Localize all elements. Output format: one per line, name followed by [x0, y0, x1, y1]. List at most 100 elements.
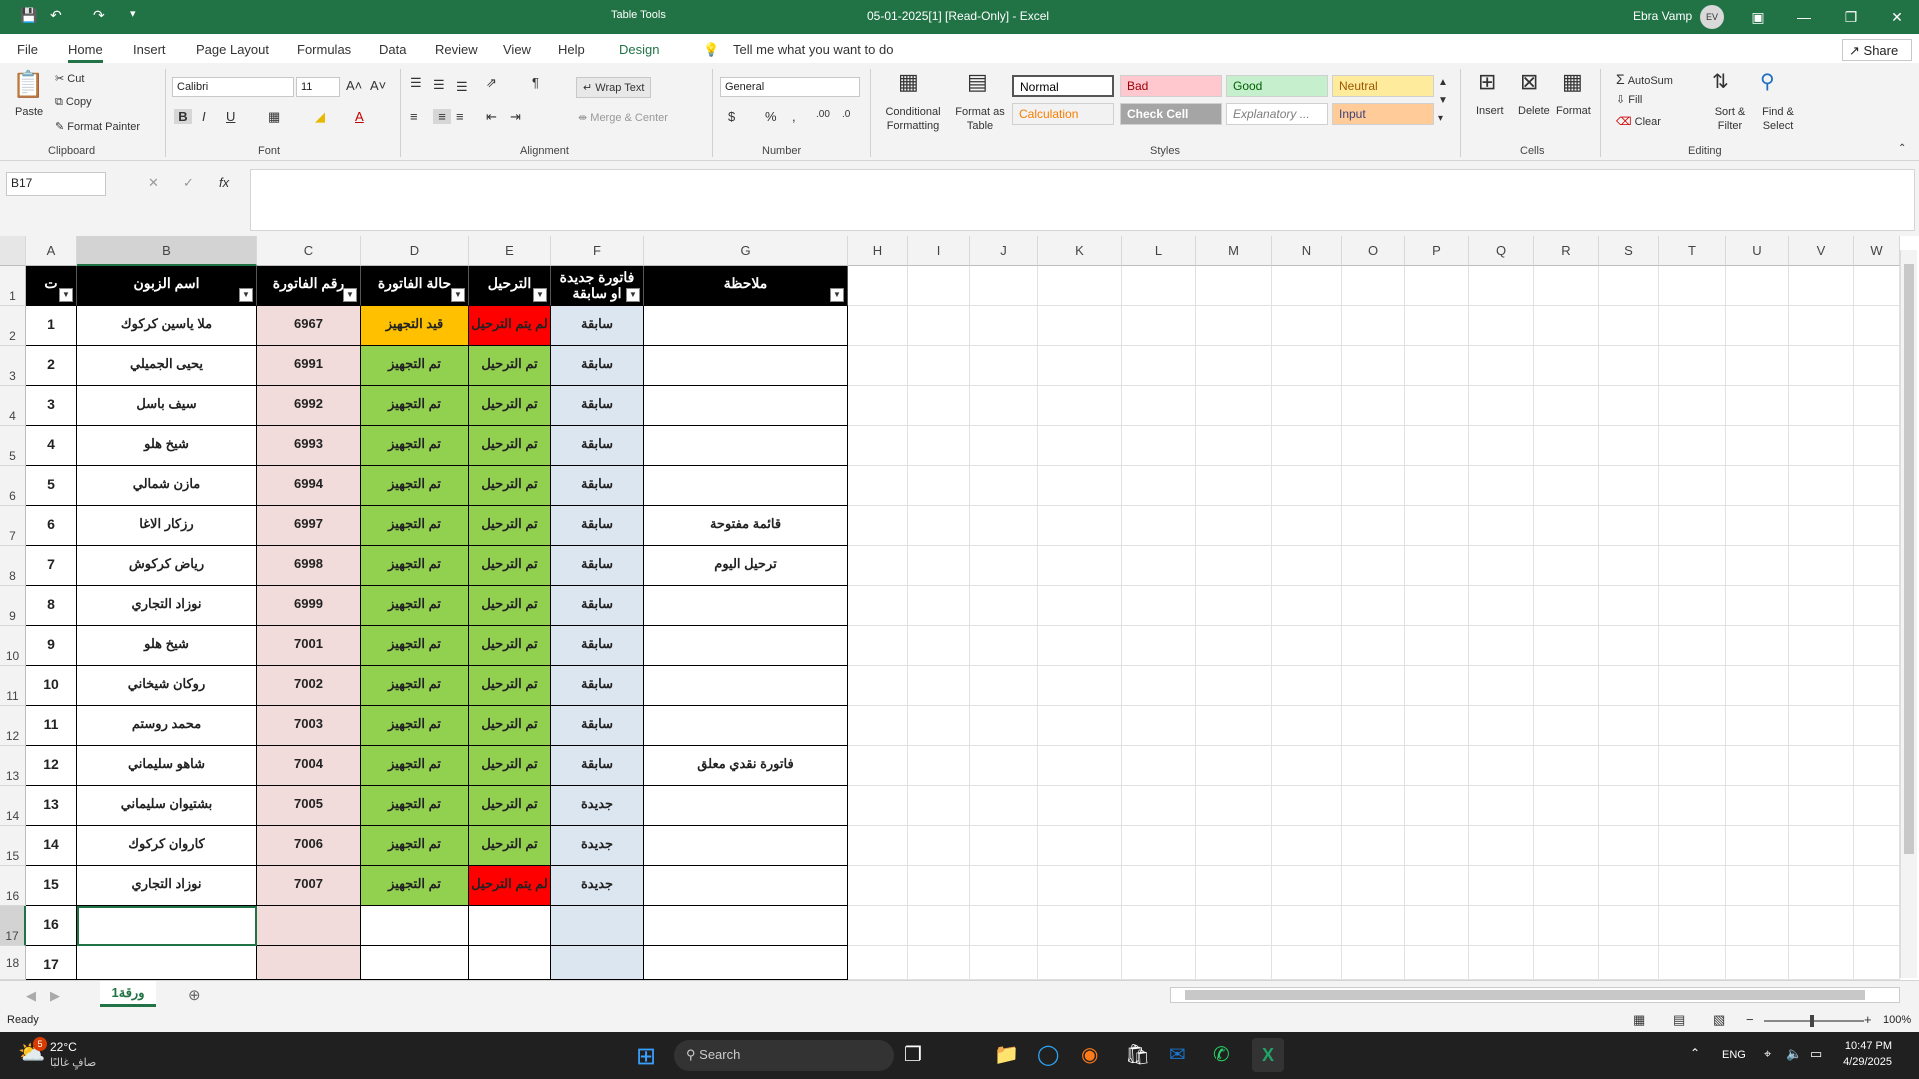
table-cell-ship[interactable]: تم الترحيل	[469, 506, 551, 546]
table-cell-inv[interactable]: 6992	[257, 386, 361, 426]
grid-cell[interactable]	[1534, 346, 1599, 386]
taskbar-search[interactable]: ⚲ Search	[674, 1040, 894, 1071]
grid-cell[interactable]	[1196, 826, 1272, 866]
gallery-down-icon[interactable]: ▼	[1438, 95, 1448, 106]
grid-cell[interactable]	[1272, 546, 1342, 586]
grid-cell[interactable]	[1659, 746, 1726, 786]
clock-time[interactable]: 10:47 PM	[1832, 1040, 1892, 1052]
column-header[interactable]: W	[1854, 236, 1900, 266]
grid-cell[interactable]	[908, 506, 970, 546]
grid-cell[interactable]	[848, 786, 908, 826]
grid-cell[interactable]	[1038, 546, 1122, 586]
cell-style-7[interactable]: Input	[1332, 103, 1434, 125]
table-cell-note[interactable]: فاتورة نقدي معلق	[644, 746, 848, 786]
table-cell-name[interactable]: شيخ هلو	[77, 426, 257, 466]
align-left-icon[interactable]: ≡	[410, 109, 418, 124]
table-header-cell[interactable]: ت ▼	[26, 266, 77, 306]
grid-cell[interactable]	[1342, 826, 1405, 866]
table-cell-name[interactable]: روكان شيخاني	[77, 666, 257, 706]
table-cell-ship[interactable]: تم الترحيل	[469, 826, 551, 866]
undo-icon[interactable]: ↶	[50, 7, 62, 24]
grid-cell[interactable]	[848, 466, 908, 506]
grid-cell[interactable]	[1196, 946, 1272, 980]
grid-cell[interactable]	[1038, 386, 1122, 426]
grid-cell[interactable]	[1272, 506, 1342, 546]
grid-cell[interactable]	[1405, 626, 1469, 666]
table-cell-status[interactable]: تم التجهيز	[361, 626, 469, 666]
grid-cell[interactable]	[1789, 666, 1854, 706]
grid-cell[interactable]	[1854, 466, 1900, 506]
grid-cell[interactable]	[1659, 266, 1726, 306]
autosum-button[interactable]: Σ AutoSum	[1616, 71, 1673, 87]
grid-cell[interactable]	[1196, 266, 1272, 306]
grid-cell[interactable]	[1534, 866, 1599, 906]
table-cell-name[interactable]: رزكار الاغا	[77, 506, 257, 546]
currency-icon[interactable]: $	[728, 109, 735, 124]
grid-cell[interactable]	[970, 706, 1038, 746]
table-cell-ship[interactable]: تم الترحيل	[469, 786, 551, 826]
table-cell-n[interactable]: 2	[26, 346, 77, 386]
grid-cell[interactable]	[1405, 466, 1469, 506]
conditional-formatting-button[interactable]: Conditional Formatting	[880, 105, 946, 133]
grid-cell[interactable]	[1272, 946, 1342, 980]
grid-cell[interactable]	[848, 826, 908, 866]
grid-cell[interactable]	[1469, 826, 1534, 866]
grid-cell[interactable]	[1726, 826, 1789, 866]
confirm-entry-icon[interactable]: ✓	[183, 175, 194, 191]
grid-cell[interactable]	[1659, 826, 1726, 866]
grid-cell[interactable]	[1342, 266, 1405, 306]
fill-button[interactable]: ⇩ Fill	[1616, 93, 1642, 106]
grid-cell[interactable]	[908, 626, 970, 666]
grid-cell[interactable]	[1599, 866, 1659, 906]
grid-cell[interactable]	[1726, 586, 1789, 626]
grid-cell[interactable]	[1726, 426, 1789, 466]
column-header[interactable]: C	[257, 236, 361, 266]
grid-cell[interactable]	[1342, 626, 1405, 666]
file-explorer-icon[interactable]: 📁	[994, 1042, 1019, 1067]
table-cell-note[interactable]	[644, 386, 848, 426]
vertical-scrollbar[interactable]	[1900, 250, 1917, 978]
tab-file[interactable]: File	[17, 42, 38, 57]
column-header[interactable]: D	[361, 236, 469, 266]
grid-cell[interactable]	[1534, 906, 1599, 946]
table-cell-type[interactable]: سابقة	[551, 426, 644, 466]
merge-center-button[interactable]: ⇼ Merge & Center	[578, 111, 668, 124]
column-header[interactable]: O	[1342, 236, 1405, 266]
grid-cell[interactable]	[1196, 906, 1272, 946]
table-cell-ship[interactable]: تم الترحيل	[469, 546, 551, 586]
grid-cell[interactable]	[970, 386, 1038, 426]
row-header[interactable]: 5	[0, 426, 26, 466]
italic-icon[interactable]: I	[202, 109, 206, 124]
cell-style-3[interactable]: Neutral	[1332, 75, 1434, 97]
format-painter-button[interactable]: ✎ Format Painter	[55, 120, 140, 133]
increase-indent-icon[interactable]: ⇥	[510, 109, 521, 125]
row-header[interactable]: 17	[0, 906, 26, 946]
grid-cell[interactable]	[1469, 546, 1534, 586]
grid-cell[interactable]	[1342, 586, 1405, 626]
grid-cell[interactable]	[970, 506, 1038, 546]
cell-style-2[interactable]: Good	[1226, 75, 1328, 97]
grid-cell[interactable]	[1196, 866, 1272, 906]
table-cell-n[interactable]: 5	[26, 466, 77, 506]
grid-cell[interactable]	[848, 746, 908, 786]
table-cell-status[interactable]: تم التجهيز	[361, 426, 469, 466]
table-cell-n[interactable]: 4	[26, 426, 77, 466]
grid-cell[interactable]	[970, 946, 1038, 980]
table-cell-status[interactable]: تم التجهيز	[361, 586, 469, 626]
grid-cell[interactable]	[1599, 906, 1659, 946]
tab-help[interactable]: Help	[558, 42, 585, 57]
column-header[interactable]: E	[469, 236, 551, 266]
grid-cell[interactable]	[1854, 826, 1900, 866]
grid-cell[interactable]	[1196, 706, 1272, 746]
grid-cell[interactable]	[1854, 746, 1900, 786]
grid-cell[interactable]	[1405, 546, 1469, 586]
grid-cell[interactable]	[1342, 546, 1405, 586]
gallery-up-icon[interactable]: ▲	[1438, 77, 1448, 88]
conditional-formatting-icon[interactable]: ▦	[898, 69, 919, 95]
grid-cell[interactable]	[1038, 306, 1122, 346]
table-cell-type[interactable]: سابقة	[551, 546, 644, 586]
grid-cell[interactable]	[1469, 266, 1534, 306]
grid-cell[interactable]	[908, 546, 970, 586]
table-cell-n[interactable]: 15	[26, 866, 77, 906]
grid-cell[interactable]	[1342, 306, 1405, 346]
